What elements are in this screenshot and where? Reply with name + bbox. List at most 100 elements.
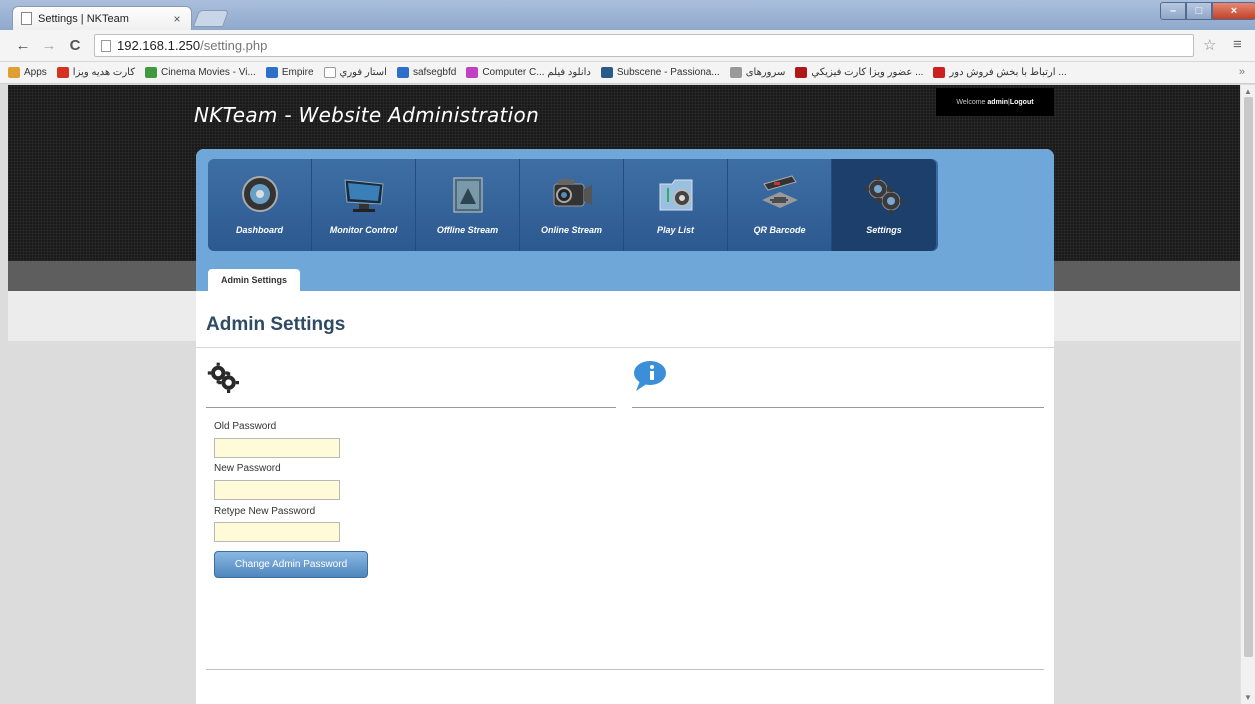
dashboard-icon (237, 173, 283, 215)
monitor-icon (341, 173, 387, 215)
nav-item-qr-barcode[interactable]: QR Barcode (728, 159, 832, 251)
music-folder-icon (653, 173, 699, 215)
bookmark-item[interactable]: Subscene - Passiona... (600, 67, 720, 78)
new-password-label: New Password (214, 463, 281, 474)
bookmark-label: Empire (281, 67, 314, 78)
bookmark-icon (466, 67, 479, 78)
bookmark-label: Cinema Movies - Vi... (160, 67, 256, 78)
page-icon (101, 39, 111, 52)
bookmark-label: كارت هديه ويزا (72, 67, 135, 78)
change-admin-password-button[interactable]: Change Admin Password (214, 551, 368, 578)
main-nav: Dashboard Monitor Control Offline Stream (208, 159, 938, 251)
tab-title: Settings | NKTeam (38, 12, 129, 25)
browser-tab[interactable]: Settings | NKTeam × (12, 6, 192, 30)
minimize-button[interactable]: – (1160, 2, 1186, 20)
reload-button[interactable]: C (66, 37, 84, 54)
retype-password-label: Retype New Password (214, 506, 316, 517)
nav-label: QR Barcode (753, 225, 806, 235)
bookmark-icon (56, 67, 69, 78)
nav-item-settings[interactable]: Settings (832, 159, 936, 251)
bookmark-label: عضور ويزا كارت فيزيكي ... (811, 67, 924, 78)
bookmark-icon (396, 67, 409, 78)
vertical-scrollbar[interactable]: ▲ ▼ (1240, 85, 1255, 704)
nav-label: Monitor Control (329, 225, 398, 235)
close-window-button[interactable]: × (1212, 2, 1255, 20)
bookmarks-bar: Apps كارت هديه ويزا Cinema Movies - Vi... E… (0, 62, 1255, 84)
bookmark-label: سرورهای (745, 67, 786, 78)
page-icon (21, 12, 32, 25)
site-title: NKTeam - Website Administration (194, 103, 540, 127)
panel-header: Dashboard Monitor Control Offline Stream (196, 149, 1054, 291)
bookmark-label: Subscene - Passiona... (616, 67, 720, 78)
bookmark-item[interactable]: استار فوري (323, 67, 387, 78)
new-password-input[interactable] (214, 480, 340, 500)
gears-icon (861, 173, 907, 215)
divider (206, 669, 1044, 670)
bookmark-item[interactable]: ارتباط با بخش فروش دور ... (933, 67, 1067, 78)
welcome-prefix: Welcome (956, 98, 986, 106)
bookmark-icon (323, 67, 336, 78)
url-path: /setting.php (200, 38, 268, 53)
old-password-input[interactable] (214, 438, 340, 458)
nav-item-monitor-control[interactable]: Monitor Control (312, 159, 416, 251)
info-bubble-icon (632, 359, 668, 396)
nav-label: Play List (656, 225, 694, 235)
bookmark-icon (144, 67, 157, 78)
bookmark-icon (729, 67, 742, 78)
browser-toolbar: ← → C 192.168.1.250/setting.php ☆ ≡ (0, 30, 1255, 62)
nav-item-dashboard[interactable]: Dashboard (208, 159, 312, 251)
nav-label: Settings (866, 225, 902, 235)
scroll-up-icon[interactable]: ▲ (1244, 87, 1252, 96)
bookmark-icon (265, 67, 278, 78)
window-controls: – □ × (1160, 2, 1255, 20)
nav-label: Online Stream (540, 225, 603, 235)
new-tab-button[interactable] (192, 10, 230, 27)
offline-stream-icon (445, 173, 491, 215)
back-button[interactable]: ← (14, 37, 32, 54)
bookmark-item[interactable]: عضور ويزا كارت فيزيكي ... (795, 67, 923, 78)
maximize-button[interactable]: □ (1186, 2, 1212, 20)
scroll-down-icon[interactable]: ▼ (1244, 693, 1252, 702)
nav-label: Offline Stream (436, 225, 499, 235)
bookmark-item[interactable]: Computer C... دانلود فیلم (466, 67, 591, 78)
window-titlebar: Settings | NKTeam × – □ × (0, 0, 1255, 30)
bookmark-star-icon[interactable]: ☆ (1203, 36, 1216, 54)
bookmark-item[interactable]: safsegbfd (396, 67, 457, 78)
page-title: Admin Settings (206, 314, 346, 335)
nav-item-online-stream[interactable]: Online Stream (520, 159, 624, 251)
bookmark-item[interactable]: Cinema Movies - Vi... (144, 67, 256, 78)
bookmark-icon (8, 67, 20, 78)
bookmark-item[interactable]: Empire (265, 67, 314, 78)
welcome-user: admin (987, 98, 1009, 106)
bookmark-label: safsegbfd (412, 67, 457, 78)
bookmarks-more-icon[interactable]: » (1239, 66, 1245, 78)
gears-icon (206, 361, 240, 396)
address-bar[interactable]: 192.168.1.250/setting.php (94, 34, 1194, 57)
divider (206, 407, 616, 408)
bookmark-item[interactable]: سرورهای (729, 67, 786, 78)
divider (196, 347, 1054, 348)
forward-button[interactable]: → (40, 37, 58, 54)
barcode-scanner-icon (757, 173, 803, 215)
bookmark-icon (795, 67, 808, 78)
tab-admin-settings[interactable]: Admin Settings (208, 269, 300, 291)
page-viewport: NKTeam - Website Administration Welcome … (8, 85, 1240, 704)
bookmark-item[interactable]: كارت هديه ويزا (56, 67, 135, 78)
logout-link[interactable]: Logout (1010, 99, 1034, 106)
bookmark-label: ارتباط با بخش فروش دور ... (949, 67, 1067, 78)
retype-password-input[interactable] (214, 522, 340, 542)
tab-close-icon[interactable]: × (171, 12, 183, 26)
camcorder-icon (549, 173, 595, 215)
nav-item-play-list[interactable]: Play List (624, 159, 728, 251)
menu-icon[interactable]: ≡ (1233, 36, 1242, 53)
nav-label: Dashboard (235, 225, 283, 235)
bookmark-label: استار فوري (339, 67, 387, 78)
nav-item-offline-stream[interactable]: Offline Stream (416, 159, 520, 251)
scrollbar-thumb[interactable] (1244, 97, 1253, 657)
bookmark-icon (933, 67, 946, 78)
bookmark-label: Apps (24, 67, 47, 78)
welcome-box: Welcome admin | Logout (936, 88, 1054, 116)
bookmark-item[interactable]: Apps (8, 67, 47, 78)
old-password-label: Old Password (214, 421, 277, 432)
bookmark-icon (600, 67, 613, 78)
